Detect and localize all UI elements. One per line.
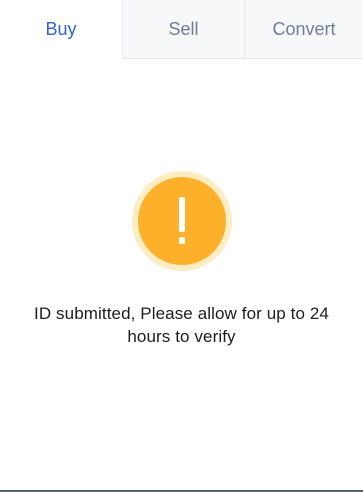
- verification-status: ID submitted, Please allow for up to 24 …: [0, 171, 363, 348]
- tab-buy[interactable]: Buy: [0, 0, 122, 59]
- trade-panel: Buy Sell Convert ID submitted, Please al…: [0, 0, 363, 492]
- trade-tabs: Buy Sell Convert: [0, 0, 363, 59]
- exclamation-mark-glyph: [178, 197, 185, 244]
- exclamation-icon-circle: [137, 177, 226, 265]
- status-message: ID submitted, Please allow for up to 24 …: [34, 304, 329, 346]
- tab-convert[interactable]: Convert: [244, 0, 363, 59]
- exclamation-icon: [131, 171, 232, 271]
- tab-sell[interactable]: Sell: [122, 0, 244, 59]
